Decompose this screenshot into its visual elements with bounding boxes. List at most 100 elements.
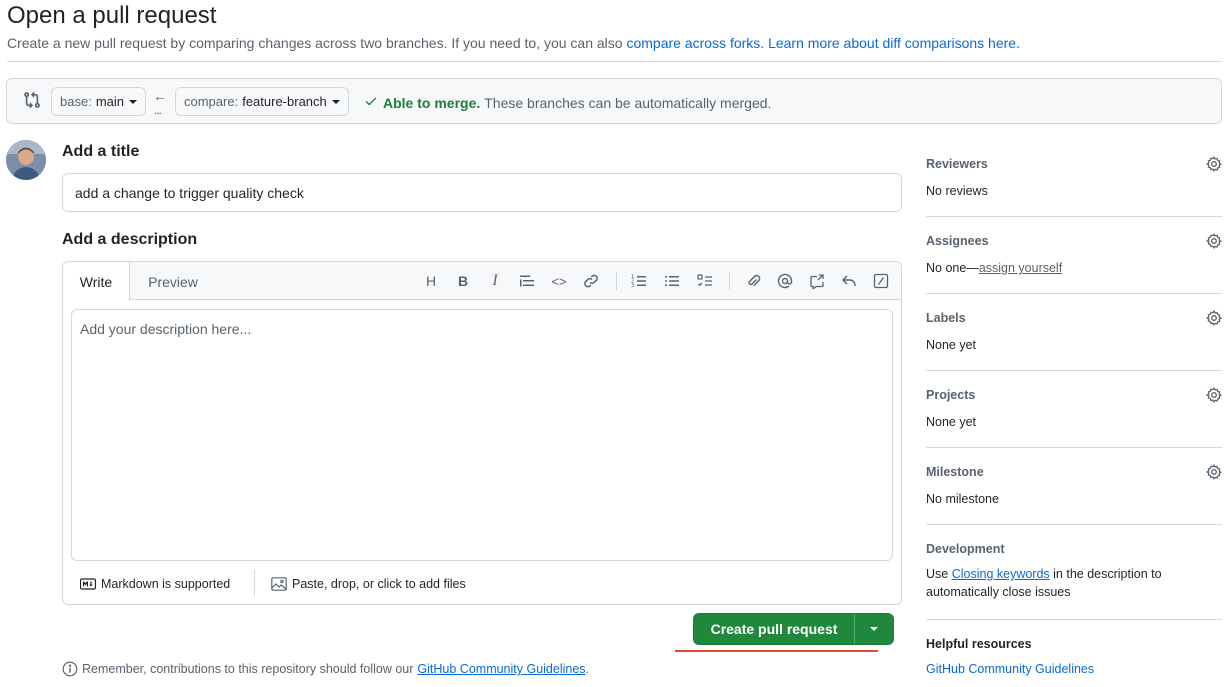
avatar[interactable]: [6, 140, 46, 180]
task-list-icon[interactable]: [696, 272, 714, 290]
gear-icon[interactable]: [1205, 387, 1222, 403]
labels-label: Labels: [926, 311, 966, 325]
editor-footer: Markdown is supported Paste, drop, or cl…: [63, 569, 901, 605]
image-icon: [271, 577, 287, 591]
cross-reference-icon[interactable]: [808, 272, 826, 290]
toolbar-divider: [729, 272, 730, 290]
arrow-left-icon: ←: [153, 88, 167, 104]
annotation-underline: [675, 650, 878, 652]
base-branch-name: main: [95, 94, 124, 109]
sidebar-divider: [926, 524, 1222, 525]
sidebar-reviewers: Reviewers No reviews: [926, 156, 1222, 200]
merge-status-desc: These branches can be automatically merg…: [484, 94, 772, 111]
assignees-label: Assignees: [926, 234, 989, 248]
reviewers-value: No reviews: [926, 184, 988, 198]
gear-icon[interactable]: [1205, 156, 1222, 172]
guidelines-note: Remember, contributions to this reposito…: [62, 661, 589, 677]
tab-preview[interactable]: Preview: [135, 262, 211, 301]
development-prefix: Use: [926, 567, 952, 581]
assignees-none: No one—: [926, 261, 979, 275]
sidebar-divider: [926, 447, 1222, 448]
footer-divider: [254, 570, 255, 596]
check-icon: [364, 94, 378, 111]
gear-icon[interactable]: [1205, 464, 1222, 480]
assign-yourself-link[interactable]: assign yourself: [979, 261, 1062, 275]
milestone-value: No milestone: [926, 492, 999, 506]
base-prefix: base:: [60, 94, 92, 109]
chevron-down-icon: [129, 99, 137, 104]
ellipsis-icon: ...: [154, 103, 162, 117]
labels-value: None yet: [926, 338, 977, 352]
title-input[interactable]: [62, 173, 902, 212]
merge-status: Able to merge. These branches can be aut…: [364, 94, 771, 111]
base-branch-selector[interactable]: base: main: [51, 87, 146, 116]
git-compare-icon: [23, 91, 41, 109]
milestone-label: Milestone: [926, 465, 984, 479]
italic-icon[interactable]: I: [486, 272, 504, 290]
sidebar-projects: Projects None yet: [926, 387, 1222, 431]
reply-icon[interactable]: [840, 272, 858, 290]
merge-status-label: Able to merge.: [383, 94, 481, 111]
sidebar-divider: [926, 216, 1222, 217]
code-icon[interactable]: <>: [550, 272, 568, 290]
sidebar-labels: Labels None yet: [926, 310, 1222, 354]
markdown-icon: [80, 578, 96, 590]
gear-icon[interactable]: [1205, 233, 1222, 249]
page-subtitle: Create a new pull request by comparing c…: [7, 35, 1020, 51]
compare-branch-selector[interactable]: compare: feature-branch: [175, 87, 349, 116]
create-pull-request-label: Create pull request: [710, 621, 838, 637]
description-editor: Write Preview H B I <> 123 Markd: [62, 261, 902, 605]
closing-keywords-link[interactable]: Closing keywords: [952, 567, 1050, 581]
sidebar-development: Development Use Closing keywords in the …: [926, 542, 1222, 601]
subtitle-text: Create a new pull request by comparing c…: [7, 35, 627, 51]
quote-icon[interactable]: [518, 272, 536, 290]
compare-prefix: compare:: [184, 94, 239, 109]
development-label: Development: [926, 542, 1005, 556]
sidebar-assignees: Assignees No one—assign yourself: [926, 233, 1222, 277]
paperclip-icon[interactable]: [744, 272, 762, 290]
guidelines-note-text: Remember, contributions to this reposito…: [82, 662, 414, 676]
reviewers-label: Reviewers: [926, 157, 988, 171]
tab-write[interactable]: Write: [63, 262, 130, 301]
toolbar-divider: [616, 272, 617, 290]
unordered-list-icon[interactable]: [663, 272, 681, 290]
title-label: Add a title: [62, 143, 140, 160]
development-value: Use Closing keywords in the description …: [926, 565, 1222, 601]
heading-icon[interactable]: H: [422, 272, 440, 290]
sidebar-divider: [926, 293, 1222, 294]
compare-forks-link[interactable]: compare across forks.: [626, 35, 764, 51]
create-pull-request-button[interactable]: Create pull request: [693, 613, 894, 645]
assignees-value: No one—assign yourself: [926, 259, 1222, 277]
chevron-down-icon: [870, 627, 878, 631]
gear-icon[interactable]: [1205, 310, 1222, 326]
helpful-guidelines-link[interactable]: GitHub Community Guidelines: [926, 662, 1094, 676]
compare-branch-name: feature-branch: [242, 94, 327, 109]
community-guidelines-link[interactable]: GitHub Community Guidelines: [417, 662, 585, 676]
slash-commands-icon[interactable]: [872, 272, 890, 290]
page-title: Open a pull request: [7, 2, 217, 29]
mention-icon[interactable]: [776, 272, 794, 290]
sidebar-milestone: Milestone No milestone: [926, 464, 1222, 508]
svg-text:3: 3: [631, 283, 634, 289]
bold-icon[interactable]: B: [454, 272, 472, 290]
link-icon[interactable]: [582, 272, 600, 290]
learn-more-link[interactable]: Learn more about diff comparisons here.: [768, 35, 1020, 51]
attach-files-label: Paste, drop, or click to add files: [292, 577, 466, 591]
branch-compare-bar: base: main ← ... compare: feature-branch…: [6, 78, 1222, 124]
attach-files-button[interactable]: Paste, drop, or click to add files: [271, 577, 466, 591]
ordered-list-icon[interactable]: 123: [630, 272, 648, 290]
header-divider: [7, 61, 1222, 62]
projects-value: None yet: [926, 415, 977, 429]
create-options-dropdown[interactable]: [855, 627, 893, 631]
description-label: Add a description: [62, 231, 198, 248]
guidelines-note-end: .: [585, 662, 590, 676]
sidebar-divider: [926, 619, 1222, 620]
markdown-note[interactable]: Markdown is supported: [80, 577, 230, 591]
sidebar-helpful-resources: Helpful resources GitHub Community Guide…: [926, 637, 1222, 678]
description-textarea[interactable]: [71, 309, 893, 561]
projects-label: Projects: [926, 388, 976, 402]
helpful-resources-label: Helpful resources: [926, 637, 1032, 651]
sidebar-divider: [926, 370, 1222, 371]
chevron-down-icon: [331, 99, 340, 104]
markdown-note-label: Markdown is supported: [101, 577, 231, 591]
